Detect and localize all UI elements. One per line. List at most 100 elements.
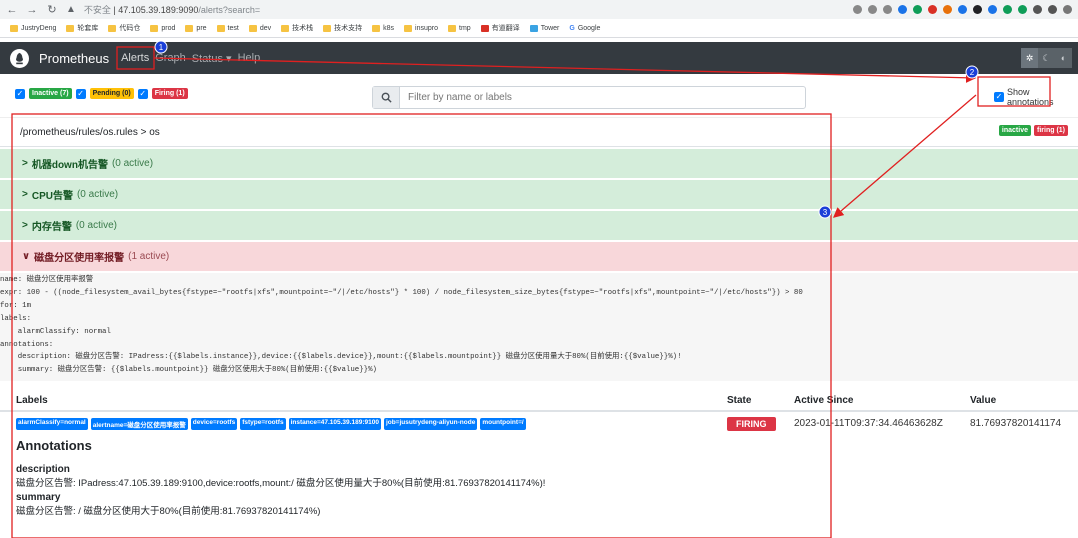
extension-icon[interactable]	[898, 5, 907, 14]
summary-key: summary	[16, 492, 61, 503]
checkbox-pending[interactable]: ✓	[75, 88, 86, 99]
contrast-icon[interactable]: ◐	[1055, 48, 1072, 68]
rule-line-expr: expr: 100 - ((node_filesystem_avail_byte…	[0, 288, 803, 297]
search-input[interactable]	[400, 87, 805, 108]
chevron-right-icon: >	[22, 158, 28, 169]
nav-status[interactable]: Status ▾	[192, 52, 232, 65]
bookmark-item[interactable]: k8s	[372, 24, 394, 32]
badge-pending: Pending (0)	[89, 88, 134, 99]
folder-icon	[10, 24, 18, 32]
state-badge: FIRING	[727, 417, 776, 431]
reload-icon[interactable]: ↻	[46, 3, 58, 16]
extension-icon[interactable]	[958, 5, 967, 14]
bookmark-item[interactable]: tmp	[448, 24, 471, 32]
moon-icon[interactable]: ☾	[1038, 48, 1055, 68]
rule-definition: name: 磁盘分区使用率报警 expr: 100 - ((node_filesy…	[0, 273, 1078, 381]
puzzle-icon[interactable]	[1033, 5, 1042, 14]
label-badge: instance=47.105.39.189:9100	[288, 418, 381, 430]
description-key: description	[16, 464, 70, 475]
summary-value: 磁盘分区告警: / 磁盘分区使用大于80%(目前使用:81.7693782014…	[16, 506, 321, 517]
sidebar-icon[interactable]	[1048, 5, 1057, 14]
share-icon[interactable]	[868, 5, 877, 14]
not-secure-label: 不安全	[83, 5, 111, 15]
bookmark-item[interactable]: Tower	[529, 24, 559, 32]
alert-group-machine-down[interactable]: > 机器down机告警 (0 active)	[0, 149, 1078, 179]
gear-icon[interactable]: ✲	[1021, 48, 1038, 68]
tag-inactive: inactive	[998, 125, 1031, 136]
rule-line-for: for: 1m	[0, 301, 32, 310]
instance-table-header: Labels State Active Since Value	[0, 390, 1078, 412]
bookmark-item[interactable]: 技术栈	[281, 23, 313, 33]
bookmarks-bar: JustryDeng 轮套库 代码仓 prod pre test dev 技术栈…	[0, 19, 1078, 38]
folder-icon	[404, 24, 413, 32]
folder-icon	[216, 24, 225, 32]
url-host: 47.105.39.189:9090	[118, 5, 199, 15]
show-annotations-label: Show annotations	[1006, 87, 1054, 107]
show-annotations-toggle[interactable]: ✓ Show annotations	[994, 87, 1078, 107]
label-list: alarmClassify=normal alertname=磁盘分区使用率报警…	[16, 418, 526, 430]
col-labels: Labels	[16, 395, 48, 406]
warning-icon[interactable]: ▲	[66, 4, 76, 15]
rule-line-summary: summary: 磁盘分区告警: {{$labels.mountpoint}} …	[0, 366, 377, 375]
extension-icon[interactable]	[988, 5, 997, 14]
col-active-since: Active Since	[794, 395, 854, 406]
bookmark-item[interactable]: prod	[150, 24, 175, 32]
brand-title[interactable]: Prometheus	[39, 51, 109, 66]
forward-icon[interactable]: →	[26, 4, 38, 16]
prometheus-logo-icon[interactable]	[10, 48, 29, 68]
extension-bar	[853, 5, 1072, 14]
checkbox-inactive[interactable]: ✓	[15, 88, 25, 99]
chevron-down-icon: ∨	[22, 251, 31, 262]
extension-icon[interactable]	[1018, 5, 1027, 14]
prometheus-navbar: Prometheus Alerts Graph Status ▾ Help ✲ …	[0, 42, 1078, 74]
screenshot-root: ← → ↻ ▲ 不安全 | 47.105.39.189:9090/alerts?…	[0, 0, 1078, 538]
alert-value: 81.76937820141174	[970, 418, 1062, 429]
folder-icon	[185, 24, 194, 32]
col-state: State	[727, 395, 752, 406]
rule-line-name: name: 磁盘分区使用率报警	[0, 276, 94, 284]
folder-icon	[108, 24, 117, 32]
zoom-icon[interactable]	[853, 5, 862, 14]
col-value: Value	[970, 395, 997, 406]
alert-group-disk[interactable]: ∨ 磁盘分区使用率报警 (1 active)	[0, 242, 1078, 272]
bookmark-item[interactable]: G Google	[569, 25, 600, 32]
bookmark-item[interactable]: insupro	[404, 24, 438, 32]
folder-icon	[448, 24, 457, 32]
nav-alerts[interactable]: Alerts	[121, 52, 149, 64]
label-badge: device=rootfs	[190, 418, 238, 430]
rule-file-tags: inactive firing (1)	[998, 125, 1068, 136]
checkbox-firing[interactable]: ✓	[137, 88, 148, 99]
theme-switcher: ✲ ☾ ◐	[1021, 48, 1072, 68]
checkbox-show-annotations[interactable]: ✓	[994, 92, 1004, 102]
bookmark-item[interactable]: 轮套库	[66, 23, 98, 33]
bookmark-item[interactable]: 有道翻译	[480, 23, 520, 33]
rule-line-label-item: alarmClassify: normal	[0, 327, 111, 336]
bookmark-item[interactable]: 技术支持	[323, 23, 362, 33]
state-filters: ✓ Inactive (7) ✓ Pending (0) ✓ Firing (1…	[15, 88, 188, 99]
label-badge: alertname=磁盘分区使用率报警	[90, 418, 188, 430]
tower-icon	[529, 24, 538, 32]
bookmark-item[interactable]: JustryDeng	[10, 24, 56, 32]
extension-icon[interactable]	[928, 5, 937, 14]
bookmark-item[interactable]: pre	[185, 24, 207, 32]
active-since-value: 2023-01-11T09:37:34.46463628Z	[794, 418, 943, 429]
label-badge: job=jusutrydeng-aliyun-node	[383, 418, 478, 430]
browser-urlbar: ← → ↻ ▲ 不安全 | 47.105.39.189:9090/alerts?…	[0, 0, 1078, 19]
folder-icon	[248, 24, 257, 32]
extension-icon[interactable]	[943, 5, 952, 14]
extension-icon[interactable]	[913, 5, 922, 14]
back-icon[interactable]: ←	[6, 4, 18, 16]
alert-group-cpu[interactable]: > CPU告警 (0 active)	[0, 180, 1078, 210]
nav-graph[interactable]: Graph	[155, 52, 186, 64]
bookmark-item[interactable]: 代码仓	[108, 23, 140, 33]
bookmark-item[interactable]: dev	[248, 24, 271, 32]
star-icon[interactable]	[883, 5, 892, 14]
folder-icon	[281, 24, 290, 32]
bookmark-item[interactable]: test	[216, 24, 239, 32]
extension-icon[interactable]	[973, 5, 982, 14]
extension-icon[interactable]	[1003, 5, 1012, 14]
profile-icon[interactable]	[1063, 5, 1072, 14]
address-bar[interactable]: 不安全 | 47.105.39.189:9090/alerts?search=	[84, 3, 260, 16]
alert-group-memory[interactable]: > 内存告警 (0 active)	[0, 211, 1078, 241]
nav-help[interactable]: Help	[238, 52, 261, 64]
